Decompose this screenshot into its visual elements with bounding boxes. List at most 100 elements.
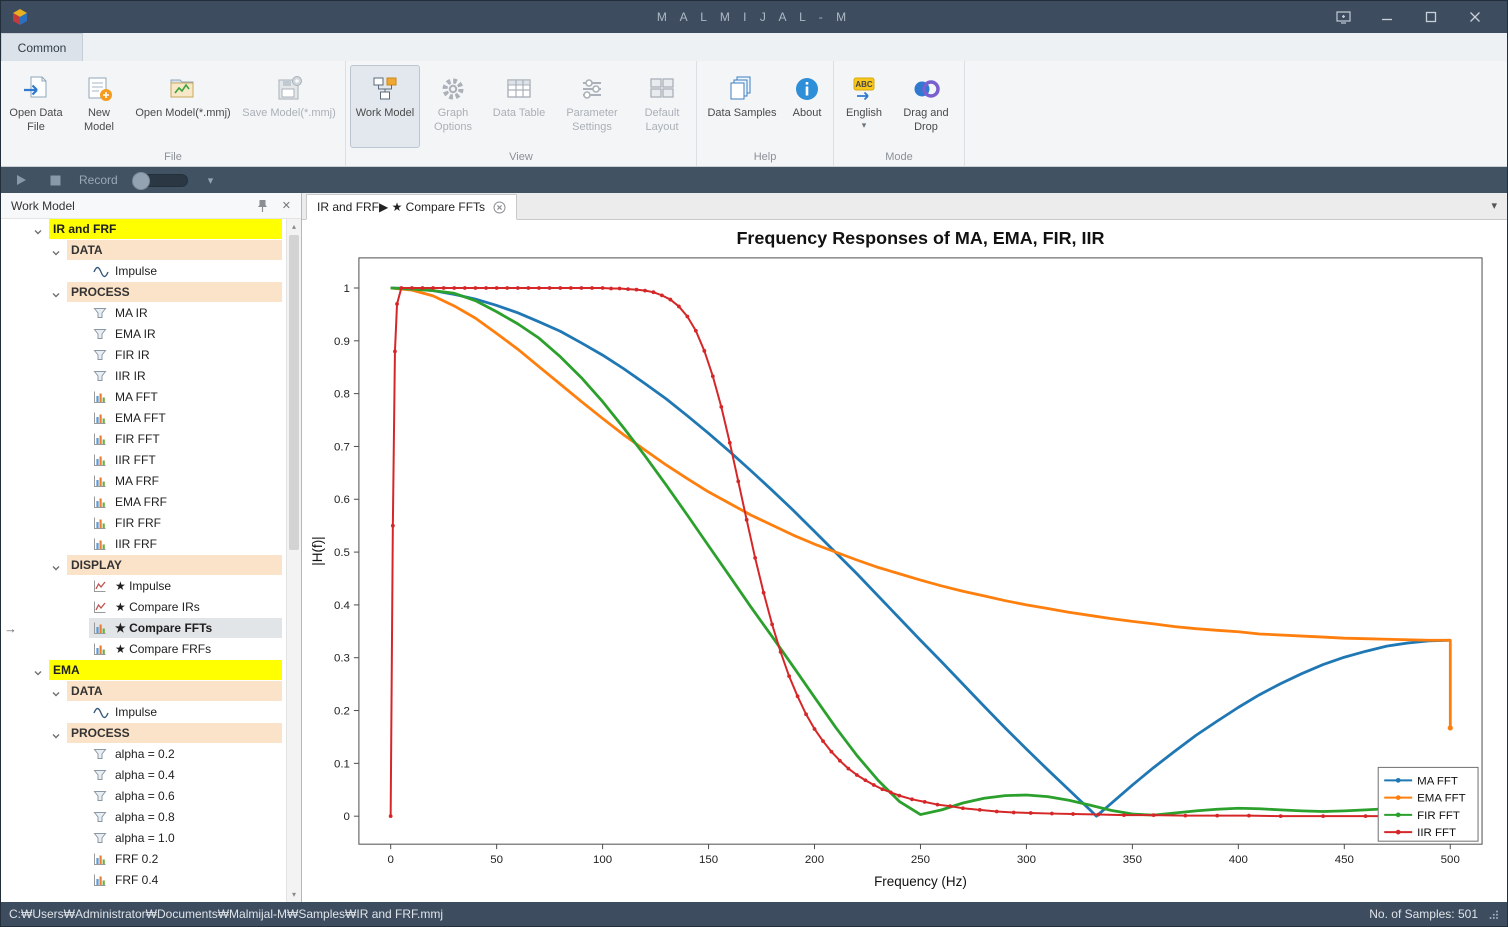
panel-title: Work Model — [11, 199, 75, 213]
tree-item-alpha-1-0[interactable]: alpha = 1.0 — [1, 828, 301, 849]
stop-button[interactable] — [45, 170, 65, 190]
tree-item-ma-fft[interactable]: MA FFT — [1, 387, 301, 408]
filter-icon — [93, 810, 109, 824]
close-button[interactable] — [1453, 1, 1497, 33]
display-select-button[interactable] — [1321, 1, 1365, 33]
tree-item-fir-ir[interactable]: FIR IR — [1, 345, 301, 366]
ribbon-group-label: View — [350, 148, 692, 166]
tree-item-ema-fft[interactable]: EMA FFT — [1, 408, 301, 429]
scroll-up-icon[interactable]: ▴ — [287, 219, 301, 234]
tree-item-compare-irs[interactable]: ★ Compare IRs — [1, 597, 301, 618]
default-layout-button[interactable]: Default Layout — [632, 65, 692, 148]
toggle-knob[interactable] — [132, 172, 150, 190]
tab-list-dropdown-icon[interactable]: ▾ — [1491, 199, 1497, 212]
chevron-down-icon[interactable] — [51, 287, 61, 297]
tree-item-label: Impulse — [115, 264, 157, 278]
tree-scrollbar[interactable]: ▴ ▾ — [286, 219, 301, 902]
chevron-down-icon[interactable] — [33, 665, 43, 675]
graph-options-button[interactable]: Graph Options — [422, 65, 484, 148]
tree-item-label: MA FFT — [115, 390, 158, 404]
tree-item-label: alpha = 0.2 — [115, 747, 175, 761]
tree-item-ema-frf[interactable]: EMA FRF — [1, 492, 301, 513]
tree-item-ir-and-frf[interactable]: IR and FRF — [1, 219, 301, 240]
tree-item-iir-frf[interactable]: IIR FRF — [1, 534, 301, 555]
chevron-down-icon[interactable] — [51, 728, 61, 738]
tree-item-process[interactable]: PROCESS — [1, 282, 301, 303]
work-model-button[interactable]: Work Model — [350, 65, 420, 148]
tree-item-label: FRF 0.2 — [115, 852, 158, 866]
tree-item-impulse[interactable]: Impulse — [1, 261, 301, 282]
scrollbar-thumb[interactable] — [289, 235, 299, 550]
tree-item-label: alpha = 0.4 — [115, 768, 175, 782]
parameter-settings-button[interactable]: Parameter Settings — [554, 65, 630, 148]
samples-count: No. of Samples: 501 — [1369, 907, 1478, 921]
x-tick-label: 0 — [387, 854, 393, 866]
chevron-down-icon[interactable] — [51, 560, 61, 570]
filter-icon — [93, 306, 109, 320]
x-tick-label: 450 — [1335, 854, 1354, 866]
tree-item-alpha-0-2[interactable]: alpha = 0.2 — [1, 744, 301, 765]
maximize-button[interactable] — [1409, 1, 1453, 33]
chevron-down-icon[interactable] — [51, 686, 61, 696]
y-tick-label: 0.7 — [334, 441, 350, 453]
tree-item-frf-0-2[interactable]: FRF 0.2 — [1, 849, 301, 870]
tree-item-data[interactable]: DATA — [1, 681, 301, 702]
tree-item-label: FIR FRF — [115, 516, 161, 530]
chevron-down-icon[interactable] — [51, 245, 61, 255]
series-ma-fft — [391, 288, 1451, 816]
tree-item-alpha-0-4[interactable]: alpha = 0.4 — [1, 765, 301, 786]
x-tick-label: 150 — [699, 854, 718, 866]
play-button[interactable] — [11, 170, 31, 190]
new-model-button[interactable]: New Model — [69, 65, 129, 148]
scroll-down-icon[interactable]: ▾ — [287, 887, 301, 902]
record-toggle[interactable] — [132, 174, 188, 187]
x-tick-label: 250 — [911, 854, 930, 866]
tab-compare-ffts[interactable]: IR and FRF▶ ★ Compare FFTs — [306, 194, 517, 220]
tree-item-alpha-0-6[interactable]: alpha = 0.6 — [1, 786, 301, 807]
open-model-button[interactable]: Open Model(*.mmj) — [131, 65, 235, 148]
english-language-button[interactable]: ABC English ▾ — [838, 65, 890, 148]
tab-common[interactable]: Common — [1, 33, 83, 61]
pin-icon[interactable] — [257, 199, 268, 213]
tree-item-ema[interactable]: EMA — [1, 660, 301, 681]
minimize-button[interactable] — [1365, 1, 1409, 33]
save-model-button[interactable]: Save Model(*.mmj) — [237, 65, 341, 148]
tree-item-impulse[interactable]: Impulse — [1, 702, 301, 723]
tree-item-fir-fft[interactable]: FIR FFT — [1, 429, 301, 450]
tree-item-iir-fft[interactable]: IIR FFT — [1, 450, 301, 471]
tab-close-icon[interactable] — [493, 201, 506, 214]
resize-grip[interactable] — [1488, 909, 1499, 920]
tree-item-fir-frf[interactable]: FIR FRF — [1, 513, 301, 534]
ribbon-group-label: File — [5, 148, 341, 166]
window-title: M A L M I J A L - M — [1, 10, 1507, 24]
bars-icon — [93, 852, 109, 866]
chevron-down-icon[interactable]: ▾ — [208, 174, 214, 187]
ribbon-group-view: Work Model Graph Options Data Table Para… — [346, 61, 697, 166]
tree-item-ma-ir[interactable]: MA IR — [1, 303, 301, 324]
tree-item-compare-frfs[interactable]: ★ Compare FRFs — [1, 639, 301, 660]
tree-item-frf-0-4[interactable]: FRF 0.4 — [1, 870, 301, 891]
tree-item-compare-ffts[interactable]: ★ Compare FFTs — [1, 618, 301, 639]
tree-item-alpha-0-8[interactable]: alpha = 0.8 — [1, 807, 301, 828]
svg-text:ABC: ABC — [855, 80, 873, 89]
close-icon[interactable]: ✕ — [282, 199, 291, 212]
bars-icon — [93, 516, 109, 530]
tree-item-ma-frf[interactable]: MA FRF — [1, 471, 301, 492]
tree-item-label: DATA — [71, 243, 103, 257]
work-model-icon — [370, 71, 400, 107]
data-samples-icon — [727, 71, 757, 107]
tree-item-process[interactable]: PROCESS — [1, 723, 301, 744]
chevron-down-icon[interactable] — [33, 224, 43, 234]
tree-item-ema-ir[interactable]: EMA IR — [1, 324, 301, 345]
drag-and-drop-button[interactable]: Drag and Drop — [892, 65, 960, 148]
data-samples-button[interactable]: Data Samples — [701, 65, 783, 148]
tree-item-iir-ir[interactable]: IIR IR — [1, 366, 301, 387]
open-data-file-button[interactable]: Open Data File — [5, 65, 67, 148]
tree-item-impulse[interactable]: ★ Impulse — [1, 576, 301, 597]
tree-item-data[interactable]: DATA — [1, 240, 301, 261]
data-table-button[interactable]: Data Table — [486, 65, 552, 148]
linechart-icon — [93, 579, 109, 593]
about-button[interactable]: About — [785, 65, 829, 148]
tree-item-label: ★ Compare IRs — [115, 600, 200, 614]
tree-item-display[interactable]: DISPLAY — [1, 555, 301, 576]
